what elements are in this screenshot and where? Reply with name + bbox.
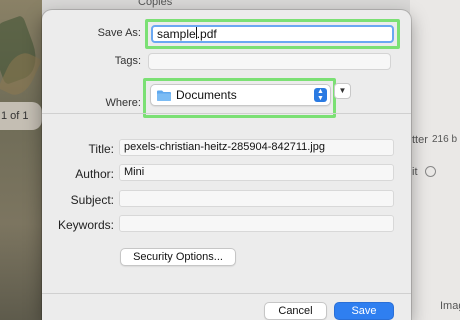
save-as-label: Save As: bbox=[97, 27, 141, 39]
background-radio-icon bbox=[425, 166, 436, 177]
title-field[interactable]: pexels-christian-heitz-285904-842711.jpg bbox=[119, 139, 394, 156]
where-label: Where: bbox=[105, 97, 141, 109]
page-indicator: 1 of 1 bbox=[0, 102, 42, 130]
tags-input[interactable] bbox=[148, 53, 391, 70]
save-dialog: Save As: sample.pdf Tags: Where: Documen… bbox=[42, 10, 411, 320]
background-label-it: it bbox=[412, 166, 418, 178]
background-label-tter: tter bbox=[412, 134, 428, 146]
footer-divider bbox=[42, 293, 411, 294]
save-button[interactable]: Save bbox=[334, 302, 394, 320]
folder-icon bbox=[157, 90, 171, 101]
expand-dialog-button[interactable]: ▼ bbox=[334, 83, 351, 99]
filename-extension: .pdf bbox=[196, 27, 217, 41]
background-image-thumbnail bbox=[0, 0, 44, 320]
filename-text: sample bbox=[157, 27, 196, 41]
updown-chevron-icon: ▲ ▼ bbox=[314, 88, 327, 102]
save-as-highlight: sample.pdf bbox=[145, 19, 400, 49]
background-sidebar bbox=[410, 0, 460, 320]
cancel-button[interactable]: Cancel bbox=[264, 302, 327, 320]
copies-label: Copies bbox=[138, 0, 173, 8]
section-divider bbox=[42, 113, 411, 114]
security-options-button[interactable]: Security Options... bbox=[120, 248, 236, 266]
title-label: Title: bbox=[88, 142, 114, 156]
author-label: Author: bbox=[75, 167, 114, 181]
where-popup-button[interactable]: Documents ▲ ▼ bbox=[150, 84, 331, 106]
keywords-label: Keywords: bbox=[57, 218, 114, 232]
where-highlight: Documents ▲ ▼ bbox=[143, 78, 336, 118]
subject-field[interactable] bbox=[119, 190, 394, 207]
background-size-label: 216 b bbox=[432, 134, 458, 145]
author-field[interactable]: Mini bbox=[119, 164, 394, 181]
keywords-field[interactable] bbox=[119, 215, 394, 232]
dialog-top-section: Save As: sample.pdf Tags: Where: Documen… bbox=[42, 10, 411, 118]
chevron-down-icon: ▼ bbox=[338, 86, 347, 95]
background-label-image: Image bbox=[440, 300, 460, 312]
where-value: Documents bbox=[176, 88, 237, 102]
tags-label: Tags: bbox=[114, 55, 141, 67]
save-as-input[interactable]: sample.pdf bbox=[151, 25, 394, 43]
subject-label: Subject: bbox=[70, 193, 114, 207]
